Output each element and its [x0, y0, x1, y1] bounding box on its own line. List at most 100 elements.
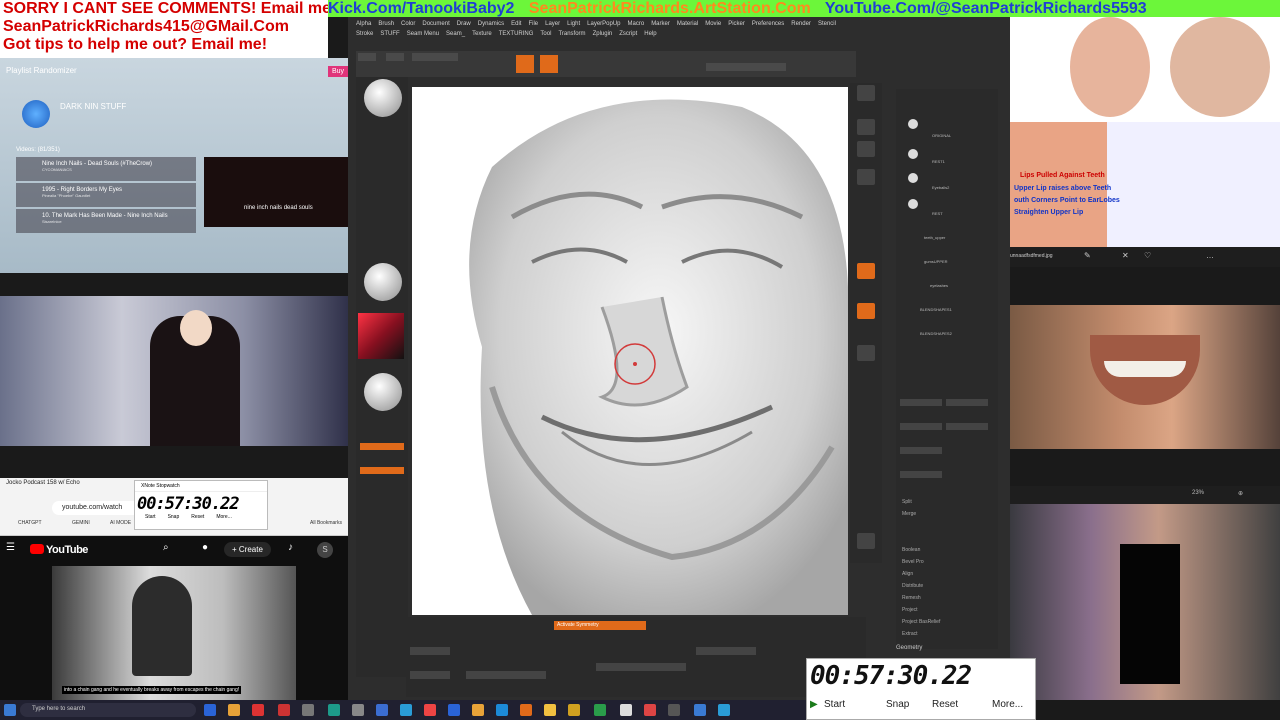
- section-distribute[interactable]: Distribute: [902, 583, 923, 589]
- menu-item[interactable]: Color: [401, 21, 415, 27]
- app-icon[interactable]: [302, 704, 314, 716]
- bottom-button[interactable]: [410, 671, 450, 679]
- bell-icon[interactable]: ♪: [288, 542, 293, 553]
- subtool-button[interactable]: [900, 447, 942, 454]
- app-icon[interactable]: [644, 704, 656, 716]
- reset-button[interactable]: Reset: [191, 514, 204, 520]
- move-icon[interactable]: [857, 345, 875, 361]
- subtool-button[interactable]: [900, 471, 942, 478]
- delete-icon[interactable]: ✕: [1122, 251, 1129, 260]
- edit-icon[interactable]: ✎: [1084, 251, 1091, 260]
- subtool-item-eyelashes[interactable]: eyelashes: [930, 283, 948, 288]
- snap-button[interactable]: Snap: [168, 514, 180, 520]
- zoom-icon[interactable]: [857, 119, 875, 135]
- activate-symmetry-button[interactable]: Activate Symmetry: [554, 621, 646, 630]
- app-icon[interactable]: [252, 704, 264, 716]
- menu-item[interactable]: Zscript: [619, 31, 637, 37]
- subtool-thumb[interactable]: [908, 173, 918, 183]
- video-thumbnail[interactable]: nine inch nails dead souls: [204, 157, 348, 227]
- menu-item[interactable]: Seam Menu: [407, 31, 439, 37]
- search-icon[interactable]: ⌕: [163, 542, 169, 553]
- actual-icon[interactable]: [857, 141, 875, 157]
- taskbar-search[interactable]: Type here to search: [20, 703, 196, 717]
- menu-icon[interactable]: ☰: [6, 542, 15, 553]
- bottom-button[interactable]: [410, 647, 450, 655]
- subtool-item-rest[interactable]: REST: [932, 211, 943, 216]
- menu-item[interactable]: Brush: [378, 21, 394, 27]
- app-icon[interactable]: [400, 704, 412, 716]
- folder-icon[interactable]: [472, 704, 484, 716]
- transp-icon[interactable]: [857, 533, 875, 549]
- app-icon[interactable]: [448, 704, 460, 716]
- menu-item[interactable]: Transform: [558, 31, 585, 37]
- menu-item[interactable]: Movie: [705, 21, 721, 27]
- section-merge[interactable]: Merge: [902, 511, 916, 517]
- favorite-icon[interactable]: ♡: [1144, 251, 1151, 260]
- move-mode-button[interactable]: [540, 55, 558, 73]
- subtool-thumb[interactable]: [908, 119, 918, 129]
- menu-item[interactable]: Render: [791, 21, 811, 27]
- menu-item[interactable]: Zplugin: [593, 31, 613, 37]
- windows-start-icon[interactable]: [4, 704, 16, 716]
- app-icon[interactable]: [228, 704, 240, 716]
- start-button[interactable]: Start: [824, 699, 845, 710]
- section-boolean[interactable]: Boolean: [902, 547, 920, 553]
- subtool-button[interactable]: [946, 399, 988, 406]
- draw-mode-button[interactable]: [516, 55, 534, 73]
- menu-item[interactable]: Texture: [472, 31, 492, 37]
- app-icon[interactable]: [278, 704, 290, 716]
- app-icon[interactable]: [668, 704, 680, 716]
- menu-item[interactable]: Layer: [545, 21, 560, 27]
- more-icon[interactable]: …: [1206, 251, 1214, 260]
- subtool-thumb[interactable]: [908, 149, 918, 159]
- subtool-item-blendshapes1[interactable]: BLENDSHAPES1: [920, 307, 952, 312]
- matcap-sphere-icon[interactable]: [364, 373, 402, 411]
- menu-item[interactable]: Dynamics: [478, 21, 504, 27]
- brush-sphere-icon[interactable]: [364, 79, 402, 117]
- menu-item[interactable]: Stroke: [356, 31, 373, 37]
- menu-item[interactable]: Help: [644, 31, 656, 37]
- bookmark-gemini[interactable]: GEMINI: [72, 520, 90, 526]
- section-extract[interactable]: Extract: [902, 631, 918, 637]
- shelf-button[interactable]: [360, 467, 404, 474]
- menu-item[interactable]: Tool: [540, 31, 551, 37]
- load-image-button[interactable]: [706, 63, 786, 71]
- list-item[interactable]: 10. The Mark Has Been Made - Nine Inch N…: [16, 209, 196, 233]
- edge-icon[interactable]: [496, 704, 508, 716]
- reset-button[interactable]: Reset: [932, 699, 958, 710]
- app-icon[interactable]: [376, 704, 388, 716]
- zoom-icon[interactable]: ⊕: [1238, 490, 1243, 497]
- app-icon[interactable]: [204, 704, 216, 716]
- subtool-item-teeth-upper[interactable]: teeth_upper: [924, 235, 945, 240]
- app-icon[interactable]: [520, 704, 532, 716]
- menu-item[interactable]: File: [528, 21, 538, 27]
- save-button[interactable]: [386, 53, 404, 61]
- menu-item[interactable]: Picker: [728, 21, 745, 27]
- list-item[interactable]: Nine Inch Nails - Dead Souls (#TheCrow) C…: [16, 157, 196, 181]
- microphone-icon[interactable]: ●: [202, 542, 208, 553]
- menu-item[interactable]: Draw: [457, 21, 471, 27]
- chrome-icon[interactable]: [424, 704, 436, 716]
- menu-item[interactable]: STUFF: [380, 31, 399, 37]
- more-button[interactable]: More...: [216, 514, 232, 520]
- material-sphere-icon[interactable]: [364, 263, 402, 301]
- app-icon[interactable]: [328, 704, 340, 716]
- bookmark-ai-mode[interactable]: AI MODE: [110, 520, 131, 526]
- subtool-item-gums-upper[interactable]: gumsUPPER: [924, 259, 948, 264]
- subtool-item-original[interactable]: ORIGINAL: [932, 133, 951, 138]
- section-bevel-pro[interactable]: Bevel Pro: [902, 559, 924, 565]
- avatar[interactable]: S: [317, 542, 333, 558]
- menu-item[interactable]: Preferences: [752, 21, 784, 27]
- sculpt-canvas[interactable]: [412, 87, 848, 615]
- bottom-button[interactable]: [466, 671, 546, 679]
- menu-item[interactable]: Material: [677, 21, 698, 27]
- section-project[interactable]: Project: [902, 607, 918, 613]
- subtool-item-blendshapes2[interactable]: BLENDSHAPES2: [920, 331, 952, 336]
- frame-icon[interactable]: [857, 169, 875, 185]
- app-icon[interactable]: [568, 704, 580, 716]
- menu-item[interactable]: LayerPopUp: [587, 21, 620, 27]
- section-align[interactable]: Align: [902, 571, 913, 577]
- subtool-button[interactable]: [900, 423, 942, 430]
- more-button[interactable]: More...: [992, 699, 1023, 710]
- create-button[interactable]: + Create: [224, 542, 271, 557]
